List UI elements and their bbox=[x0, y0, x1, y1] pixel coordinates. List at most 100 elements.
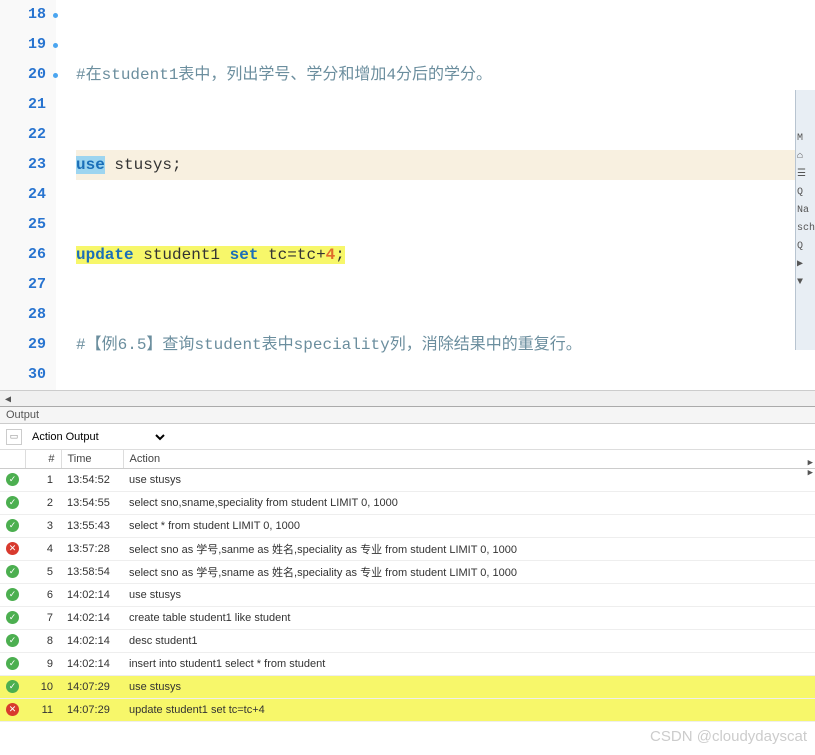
row-time: 14:02:14 bbox=[61, 606, 123, 629]
status-ok-icon: ✓ bbox=[6, 496, 19, 509]
status-cell: ✓ bbox=[0, 491, 25, 514]
line-number: 19 bbox=[0, 30, 46, 60]
output-row[interactable]: ✓ 113:54:52use stusys bbox=[0, 468, 815, 491]
sidebar-icon[interactable]: M bbox=[797, 130, 813, 148]
output-panel-label: Output bbox=[0, 406, 815, 424]
watermark-text: CSDN @cloudydayscat bbox=[650, 728, 807, 745]
row-number: 5 bbox=[25, 560, 61, 583]
status-cell: ✓ bbox=[0, 514, 25, 537]
row-time: 13:54:52 bbox=[61, 468, 123, 491]
column-header-num[interactable]: # bbox=[25, 450, 61, 468]
output-grid-header: # Time Action bbox=[0, 450, 815, 468]
row-time: 14:02:14 bbox=[61, 652, 123, 675]
output-grid[interactable]: # Time Action ✓113:54:52use stusys✓213:5… bbox=[0, 450, 815, 722]
home-icon[interactable]: ⌂ bbox=[797, 148, 813, 166]
list-icon[interactable]: ☰ bbox=[797, 166, 813, 184]
line-number: 26 bbox=[0, 240, 46, 270]
keyword-update: update bbox=[76, 246, 134, 264]
status-cell: ✓ bbox=[0, 606, 25, 629]
output-row[interactable]: ✕413:57:28select sno as 学号,sanme as 姓名,s… bbox=[0, 537, 815, 560]
code-area[interactable]: #在student1表中，列出学号、学分和增加4分后的学分。 use stusy… bbox=[56, 0, 815, 390]
row-time: 14:07:29 bbox=[61, 698, 123, 721]
output-row[interactable]: ✓814:02:14desc student1 bbox=[0, 629, 815, 652]
row-time: 13:57:28 bbox=[61, 537, 123, 560]
comment-text: #在 bbox=[76, 66, 102, 84]
status-error-icon: ✕ bbox=[6, 703, 19, 716]
line-number: 30 bbox=[0, 360, 46, 390]
output-type-dropdown[interactable]: Action Output bbox=[28, 430, 168, 444]
row-time: 13:55:43 bbox=[61, 514, 123, 537]
row-time: 13:58:54 bbox=[61, 560, 123, 583]
row-action: insert into student1 select * from stude… bbox=[123, 652, 815, 675]
row-time: 14:07:29 bbox=[61, 675, 123, 698]
line-number: 18 bbox=[0, 0, 46, 30]
status-ok-icon: ✓ bbox=[6, 473, 19, 486]
status-ok-icon: ✓ bbox=[6, 588, 19, 601]
search-icon[interactable]: Q bbox=[797, 184, 813, 202]
line-number: 29 bbox=[0, 330, 46, 360]
chevron-down-icon[interactable]: ▼ bbox=[797, 274, 813, 292]
row-number: 1 bbox=[25, 468, 61, 491]
row-number: 9 bbox=[25, 652, 61, 675]
line-number: 25 bbox=[0, 210, 46, 240]
output-row[interactable]: ✓313:55:43select * from student LIMIT 0,… bbox=[0, 514, 815, 537]
output-row[interactable]: ✓714:02:14create table student1 like stu… bbox=[0, 606, 815, 629]
line-number: 23 bbox=[0, 150, 46, 180]
output-toolbar: ▭ Action Output bbox=[0, 424, 815, 450]
status-cell: ✓ bbox=[0, 675, 25, 698]
side-panel-icons: M ⌂ ☰ Q Na sch Q ▶ ▼ bbox=[797, 130, 813, 292]
row-action: select sno as 学号,sname as 姓名,speciality … bbox=[123, 560, 815, 583]
row-action: select sno,sname,speciality from student… bbox=[123, 491, 815, 514]
output-row[interactable]: ✓914:02:14insert into student1 select * … bbox=[0, 652, 815, 675]
output-row[interactable]: ✕ 1114:07:29update student1 set tc=tc+4 bbox=[0, 698, 815, 721]
line-number: 24 bbox=[0, 180, 46, 210]
line-gutter: 18 19 20 21 22 23 24 25 26 27 28 29 30 bbox=[0, 0, 56, 390]
output-row[interactable]: ✓213:54:55select sno,sname,speciality fr… bbox=[0, 491, 815, 514]
row-action: use stusys bbox=[123, 675, 815, 698]
row-action: use stusys bbox=[123, 583, 815, 606]
row-action: update student1 set tc=tc+4 bbox=[123, 698, 815, 721]
arrow-right-icon[interactable]: ▶ bbox=[808, 468, 813, 478]
keyword-use: use bbox=[76, 156, 105, 174]
line-number: 22 bbox=[0, 120, 46, 150]
status-cell: ✓ bbox=[0, 468, 25, 491]
row-action: select sno as 学号,sanme as 姓名,speciality … bbox=[123, 537, 815, 560]
status-ok-icon: ✓ bbox=[6, 680, 19, 693]
line-number: 28 bbox=[0, 300, 46, 330]
code-editor[interactable]: 18 19 20 21 22 23 24 25 26 27 28 29 30 #… bbox=[0, 0, 815, 390]
row-action: desc student1 bbox=[123, 629, 815, 652]
status-cell: ✓ bbox=[0, 583, 25, 606]
scroll-left-icon[interactable]: ◀ bbox=[0, 394, 16, 410]
output-row[interactable]: ✓ 513:58:54select sno as 学号,sname as 姓名,s… bbox=[0, 560, 815, 583]
output-layout-icon[interactable]: ▭ bbox=[6, 429, 22, 445]
output-scroll-arrows[interactable]: ▶ ▶ bbox=[808, 458, 813, 478]
row-number: 10 bbox=[25, 675, 61, 698]
row-number: 4 bbox=[25, 537, 61, 560]
row-number: 7 bbox=[25, 606, 61, 629]
output-row[interactable]: ✓ 1014:07:29use stusys bbox=[0, 675, 815, 698]
status-cell: ✓ bbox=[0, 629, 25, 652]
status-cell: ✓ bbox=[0, 560, 25, 583]
row-time: 13:54:55 bbox=[61, 491, 123, 514]
row-number: 8 bbox=[25, 629, 61, 652]
label-sch: sch bbox=[797, 220, 813, 238]
status-ok-icon: ✓ bbox=[6, 634, 19, 647]
column-header-action[interactable]: Action bbox=[123, 450, 815, 468]
horizontal-scrollbar[interactable]: ◀ bbox=[0, 390, 815, 406]
row-number: 11 bbox=[25, 698, 61, 721]
label-na: Na bbox=[797, 202, 813, 220]
row-action: use stusys bbox=[123, 468, 815, 491]
line-number: 27 bbox=[0, 270, 46, 300]
search-icon[interactable]: Q bbox=[797, 238, 813, 256]
row-action: create table student1 like student bbox=[123, 606, 815, 629]
arrow-right-icon[interactable]: ▶ bbox=[808, 458, 813, 468]
output-row[interactable]: ✓ 614:02:14use stusys bbox=[0, 583, 815, 606]
status-cell: ✕ bbox=[0, 537, 25, 560]
row-number: 3 bbox=[25, 514, 61, 537]
column-header-time[interactable]: Time bbox=[61, 450, 123, 468]
play-icon[interactable]: ▶ bbox=[797, 256, 813, 274]
row-number: 6 bbox=[25, 583, 61, 606]
status-ok-icon: ✓ bbox=[6, 519, 19, 532]
row-time: 14:02:14 bbox=[61, 583, 123, 606]
status-ok-icon: ✓ bbox=[6, 565, 19, 578]
